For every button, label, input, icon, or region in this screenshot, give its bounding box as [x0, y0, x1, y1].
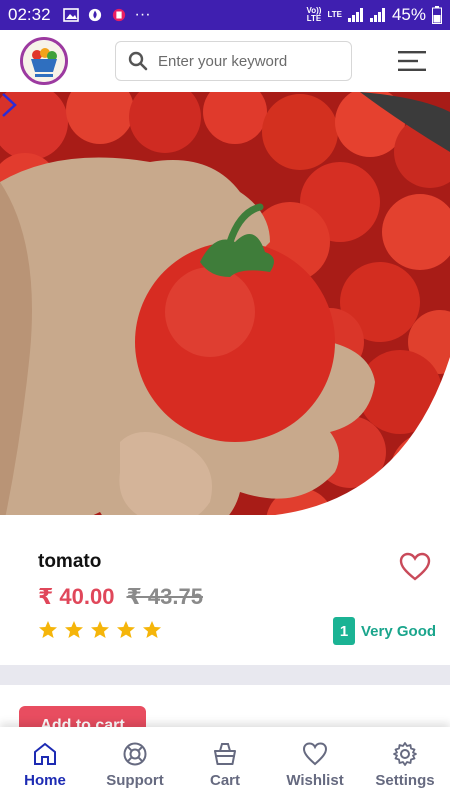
signal-icon-2 [369, 8, 385, 22]
battery-percent: 45% [391, 5, 426, 24]
flame-icon [88, 8, 101, 22]
signal-icon [347, 8, 363, 22]
gallery-icon [62, 8, 79, 22]
nav-cart[interactable]: Cart [180, 727, 270, 800]
nav-wishlist[interactable]: Wishlist [270, 727, 360, 800]
home-icon [34, 742, 56, 765]
nav-label-cart: Cart [209, 772, 240, 789]
lte-indicator: LTE [327, 10, 342, 19]
menu-icon[interactable] [398, 51, 426, 71]
status-right: Vo)) LTE LTE 45% [306, 5, 442, 25]
nav-home[interactable]: Home [0, 727, 90, 800]
star-icon [65, 621, 83, 638]
basket-logo-icon [23, 40, 65, 82]
star-icon [117, 621, 135, 638]
lifebuoy-icon [123, 742, 147, 766]
app-header [0, 30, 450, 92]
product-image [0, 92, 450, 570]
original-price: ₹ 43.75 [126, 584, 203, 609]
rating-label: Very Good [361, 622, 437, 640]
product-price: ₹ 40.00 [38, 584, 115, 609]
rating-badge: 1 Very Good [333, 617, 436, 645]
star-icon [39, 621, 57, 638]
app-notification-icon [112, 8, 125, 22]
search-input[interactable] [158, 52, 338, 70]
nav-label-support: Support [106, 772, 164, 789]
chevron-right-icon[interactable] [0, 92, 18, 118]
status-notifications: ··· [62, 6, 151, 24]
gear-icon [393, 742, 417, 766]
basket-icon [214, 743, 236, 765]
section-divider [0, 665, 450, 685]
volte-indicator: Vo)) LTE [306, 6, 322, 23]
more-notifications-icon: ··· [134, 6, 151, 23]
nav-label-settings: Settings [375, 772, 435, 789]
product-image-slider[interactable] [0, 92, 450, 570]
nav-label-home: Home [24, 772, 66, 789]
rating-value: 1 [333, 617, 355, 645]
nav-settings[interactable]: Settings [360, 727, 450, 800]
status-time: 02:32 [8, 5, 51, 24]
nav-label-wishlist: Wishlist [286, 772, 344, 789]
product-name: tomato [38, 551, 102, 572]
search-box[interactable] [115, 41, 352, 81]
rating-stars [38, 620, 162, 640]
star-icon [91, 621, 109, 638]
bottom-navigation: Home Support Cart Wishlist Settings [0, 727, 450, 800]
price-row: ₹ 40.00 ₹ 43.75 [38, 584, 203, 610]
nav-support[interactable]: Support [90, 727, 180, 800]
wishlist-heart-icon[interactable] [399, 552, 431, 582]
screen: 02:32 ··· Vo)) LTE LTE 45% Enter your ke… [0, 0, 450, 800]
status-bar: 02:32 ··· Vo)) LTE LTE 45% [0, 0, 450, 30]
search-icon [128, 51, 148, 71]
battery-icon [432, 6, 442, 24]
star-icon [143, 621, 161, 638]
app-logo[interactable] [20, 37, 68, 85]
heart-icon [302, 742, 328, 766]
